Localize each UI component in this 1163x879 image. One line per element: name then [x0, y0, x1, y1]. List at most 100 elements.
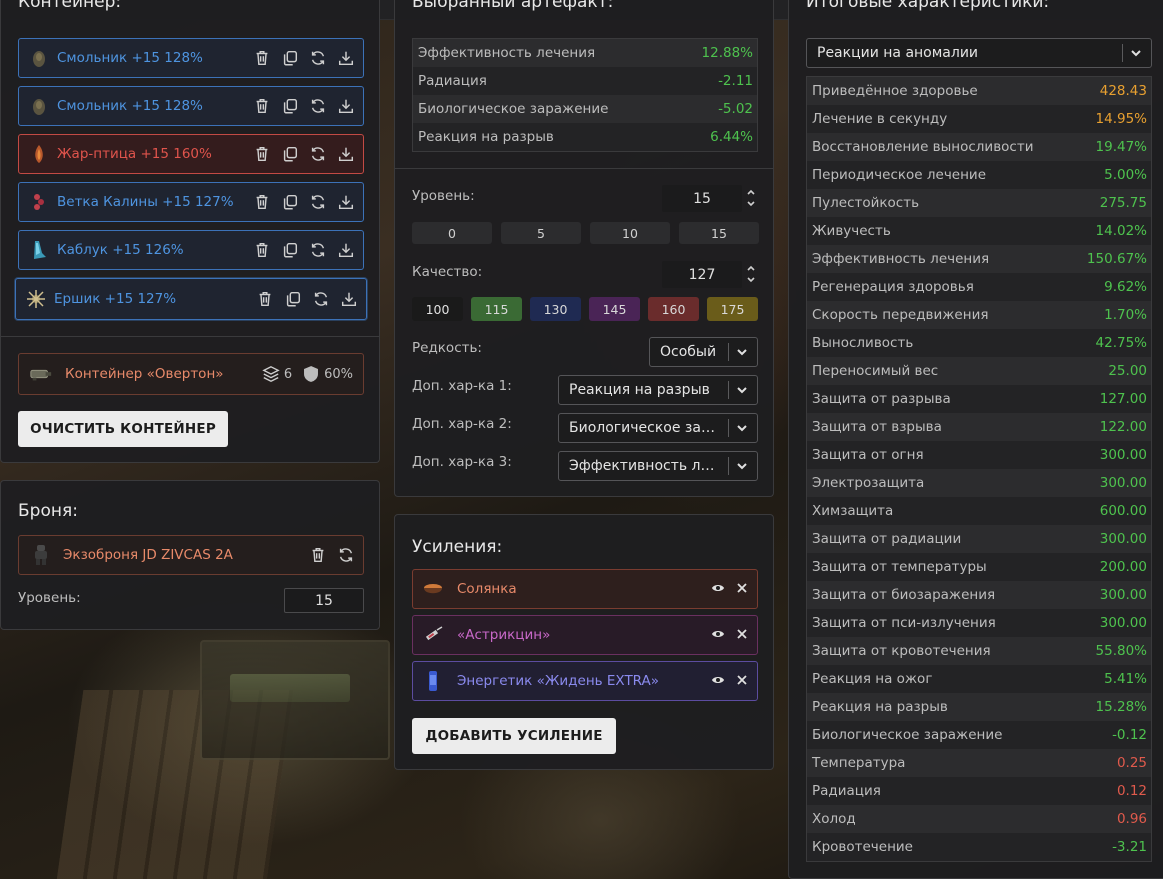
copy-icon[interactable] — [284, 290, 302, 308]
add-boost-button[interactable]: ДОБАВИТЬ УСИЛЕНИЕ — [412, 718, 616, 754]
trash-icon[interactable] — [253, 241, 271, 259]
stat-value: 1.70% — [1104, 307, 1147, 323]
close-icon[interactable] — [735, 672, 749, 691]
quality-preset-button[interactable]: 175 — [707, 297, 758, 321]
stat-row: Электрозащита 300.00 — [807, 469, 1151, 497]
boost-item[interactable]: «Астрикцин» — [412, 615, 758, 655]
quality-preset-button[interactable]: 100 — [412, 297, 463, 321]
level-preset-button[interactable]: 0 — [412, 222, 492, 244]
level-preset-button[interactable]: 10 — [590, 222, 670, 244]
quality-label: Качество: — [412, 264, 483, 280]
quality-preset-button[interactable]: 115 — [471, 297, 522, 321]
eye-icon[interactable] — [711, 672, 725, 691]
exoskeleton-icon — [29, 543, 53, 567]
quality-preset-button[interactable]: 145 — [589, 297, 640, 321]
stat-name: Температура — [812, 755, 906, 771]
copy-icon[interactable] — [281, 241, 299, 259]
stat-row: Периодическое лечение 5.00% — [807, 161, 1151, 189]
stat-row: Пулестойкость 275.75 — [807, 189, 1151, 217]
stat-row: Кровотечение -3.21 — [807, 833, 1151, 861]
boosts-panel: Усиления: Солянка «Астрикцин» Энергетик «Ж… — [394, 514, 774, 770]
trash-icon[interactable] — [253, 145, 271, 163]
trash-icon[interactable] — [256, 290, 274, 308]
level-spinner[interactable] — [745, 186, 757, 210]
swap-icon[interactable] — [309, 97, 327, 115]
eye-icon[interactable] — [711, 580, 725, 599]
container-slots: 6 — [262, 365, 292, 383]
ershik-icon — [24, 287, 48, 311]
stat-name: Приведённое здоровье — [812, 83, 978, 99]
stat-row: Приведённое здоровье 428.43 — [807, 77, 1151, 105]
quality-input[interactable]: 127 — [662, 261, 742, 288]
trash-icon[interactable] — [253, 49, 271, 67]
level-preset-button[interactable]: 5 — [501, 222, 581, 244]
armor-level-input[interactable]: 15 — [284, 588, 364, 613]
copy-icon[interactable] — [281, 49, 299, 67]
artifact-slot[interactable]: Смольник +15 128% — [18, 86, 364, 126]
extra1-select[interactable]: Реакция на разрыв — [558, 375, 758, 405]
stat-value: 300.00 — [1099, 615, 1147, 631]
extra1-label: Доп. хар-ка 1: — [412, 378, 512, 394]
quality-preset-button[interactable]: 160 — [648, 297, 699, 321]
download-icon[interactable] — [337, 241, 355, 259]
copy-icon[interactable] — [281, 145, 299, 163]
extra3-label: Доп. хар-ка 3: — [412, 454, 512, 470]
stat-row: Защита от биозаражения 300.00 — [807, 581, 1151, 609]
container-panel: Контейнер: Смольник +15 128% Смольник +15… — [0, 0, 380, 463]
download-icon[interactable] — [337, 97, 355, 115]
trash-icon[interactable] — [253, 193, 271, 211]
totals-filter-select[interactable]: Реакции на аномалии — [806, 38, 1152, 68]
artifact-slot[interactable]: Смольник +15 128% — [18, 38, 364, 78]
trash-icon[interactable] — [309, 546, 327, 564]
swap-icon[interactable] — [309, 145, 327, 163]
close-icon[interactable] — [735, 580, 749, 599]
stat-row: Живучесть 14.02% — [807, 217, 1151, 245]
stat-name: Эффективность лечения — [812, 251, 990, 267]
shield-icon — [304, 366, 319, 382]
level-input[interactable]: 15 — [662, 185, 742, 212]
boost-item[interactable]: Энергетик «Жидень EXTRA» — [412, 661, 758, 701]
swap-icon[interactable] — [309, 241, 327, 259]
close-icon[interactable] — [735, 626, 749, 645]
stat-row: Биологическое заражение -0.12 — [807, 721, 1151, 749]
stat-value: 5.41% — [1104, 671, 1147, 687]
eye-icon[interactable] — [711, 626, 725, 645]
artifact-name: Ершик +15 127% — [54, 291, 177, 307]
stat-value: 14.95% — [1095, 111, 1147, 127]
armor-item[interactable]: Экзоброня JD ZIVCAS 2A — [18, 535, 364, 575]
stat-value: 15.28% — [1095, 699, 1147, 715]
copy-icon[interactable] — [281, 193, 299, 211]
stat-name: Скорость передвижения — [812, 307, 989, 323]
stat-value: 150.67% — [1086, 251, 1147, 267]
stat-value: 42.75% — [1095, 335, 1147, 351]
quality-spinner[interactable] — [745, 262, 757, 286]
stat-name: Регенерация здоровья — [812, 279, 974, 295]
artifact-slot[interactable]: Каблук +15 126% — [18, 230, 364, 270]
container-protection-value: 60% — [324, 366, 353, 382]
quality-preset-button[interactable]: 130 — [530, 297, 581, 321]
trash-icon[interactable] — [253, 97, 271, 115]
rarity-select[interactable]: Особый — [649, 337, 758, 367]
artifact-slot[interactable]: Жар-птица +15 160% — [18, 134, 364, 174]
swap-icon[interactable] — [309, 193, 327, 211]
download-icon[interactable] — [337, 145, 355, 163]
container-item[interactable]: Контейнер «Овертон» 6 60% — [18, 353, 364, 395]
download-icon[interactable] — [340, 290, 358, 308]
extra2-select[interactable]: Биологическое заражение — [558, 413, 758, 443]
extra3-value: Эффективность лечения — [569, 458, 722, 474]
artifact-slot[interactable]: Ершик +15 127% — [15, 278, 367, 320]
artifact-slot[interactable]: Ветка Калины +15 127% — [18, 182, 364, 222]
copy-icon[interactable] — [281, 97, 299, 115]
swap-icon[interactable] — [337, 546, 355, 564]
level-label: Уровень: — [412, 188, 475, 204]
swap-icon[interactable] — [312, 290, 330, 308]
download-icon[interactable] — [337, 49, 355, 67]
clear-container-button[interactable]: ОЧИСТИТЬ КОНТЕЙНЕР — [18, 411, 228, 447]
download-icon[interactable] — [337, 193, 355, 211]
swap-icon[interactable] — [309, 49, 327, 67]
boost-item[interactable]: Солянка — [412, 569, 758, 609]
level-preset-button[interactable]: 15 — [679, 222, 759, 244]
stat-name: Защита от пси-излучения — [812, 615, 996, 631]
extra3-select[interactable]: Эффективность лечения — [558, 451, 758, 481]
extra2-label: Доп. хар-ка 2: — [412, 416, 512, 432]
